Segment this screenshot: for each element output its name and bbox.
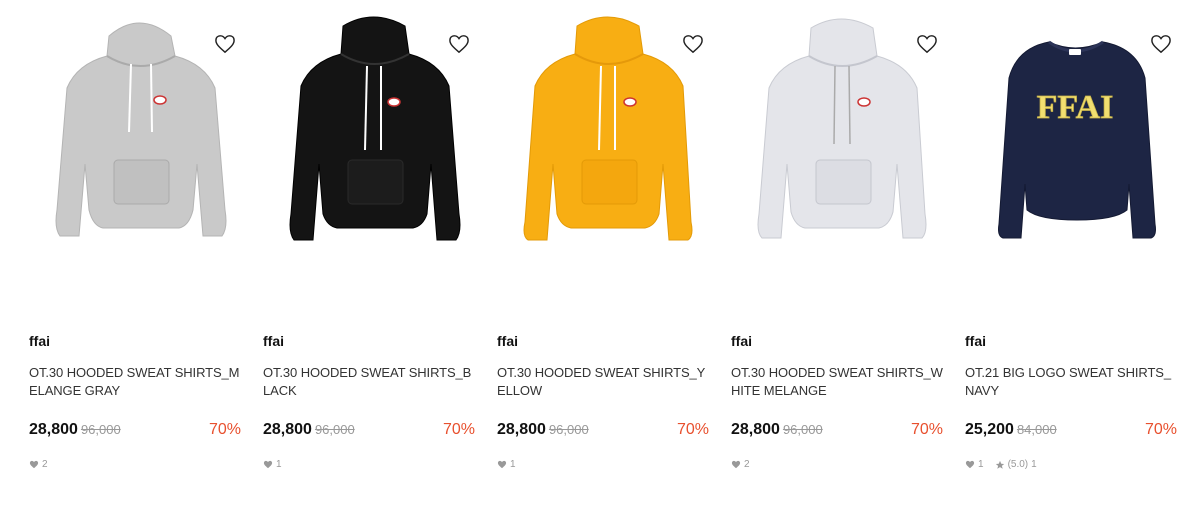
product-brand[interactable]: ffai [731,333,752,349]
sale-price: 28,800 [497,421,546,438]
original-price: 84,000 [1016,422,1057,437]
discount-rate: 70% [676,421,709,438]
price-row: 28,800 96,000 70% [731,421,943,441]
product-meta: 1 (5.0) 1 [965,459,1037,470]
product-image[interactable] [263,14,497,310]
product-grid: ffai OT.30 HOODED SWEAT SHIRTS_MELANGE G… [0,0,1192,505]
product-card[interactable]: ffai OT.30 HOODED SWEAT SHIRTS_MELANGE G… [29,0,263,505]
product-image[interactable] [731,14,965,310]
sale-price: 28,800 [263,421,312,438]
like-count: 1 [510,459,516,470]
wishlist-heart-icon[interactable] [682,34,706,56]
product-brand[interactable]: ffai [263,333,284,349]
wishlist-heart-icon[interactable] [916,34,940,56]
heart-filled-icon [965,460,975,469]
price-row: 28,800 96,000 70% [263,421,475,441]
product-name[interactable]: OT.30 HOODED SWEAT SHIRTS_YELLOW [497,364,709,400]
product-name[interactable]: OT.30 HOODED SWEAT SHIRTS_MELANGE GRAY [29,364,241,400]
product-card[interactable]: ffai OT.30 HOODED SWEAT SHIRTS_YELLOW 28… [497,0,731,505]
product-name[interactable]: OT.21 BIG LOGO SWEAT SHIRTS_NAVY [965,364,1177,400]
like-count: 1 [276,459,282,470]
product-image[interactable] [29,14,263,310]
star-icon [995,460,1005,470]
sale-price: 28,800 [29,421,78,438]
like-count: 2 [744,459,750,470]
product-meta: 1 [263,459,282,470]
original-price: 96,000 [548,422,589,437]
price-row: 28,800 96,000 70% [29,421,241,441]
sale-price: 28,800 [731,421,780,438]
discount-rate: 70% [1144,421,1177,438]
heart-filled-icon [263,460,273,469]
product-card[interactable]: ffai OT.30 HOODED SWEAT SHIRTS_WHITE MEL… [731,0,965,505]
price-row: 28,800 96,000 70% [497,421,709,441]
wishlist-heart-icon[interactable] [214,34,238,56]
original-price: 96,000 [80,422,121,437]
discount-rate: 70% [910,421,943,438]
discount-rate: 70% [442,421,475,438]
product-image[interactable] [497,14,731,310]
review-count: 1 [1031,459,1037,470]
product-brand[interactable]: ffai [965,333,986,349]
product-image[interactable]: FFAI [965,14,1192,310]
rating-score: (5.0) [1007,459,1029,470]
original-price: 96,000 [782,422,823,437]
discount-rate: 70% [208,421,241,438]
product-card[interactable]: FFAI ffai OT.21 BIG LOGO SWEAT SHIRTS_NA… [965,0,1192,505]
ffai-logo: FFAI [1037,89,1114,126]
like-count: 1 [978,459,984,470]
product-meta: 2 [29,459,48,470]
product-meta: 1 [497,459,516,470]
sale-price: 25,200 [965,421,1014,438]
product-brand[interactable]: ffai [497,333,518,349]
product-meta: 2 [731,459,750,470]
heart-filled-icon [29,460,39,469]
product-brand[interactable]: ffai [29,333,50,349]
wishlist-heart-icon[interactable] [1150,34,1174,56]
product-name[interactable]: OT.30 HOODED SWEAT SHIRTS_BLACK [263,364,475,400]
product-name[interactable]: OT.30 HOODED SWEAT SHIRTS_WHITE MELANGE [731,364,943,400]
price-row: 25,200 84,000 70% [965,421,1177,441]
wishlist-heart-icon[interactable] [448,34,472,56]
like-count: 2 [42,459,48,470]
heart-filled-icon [731,460,741,469]
product-card[interactable]: ffai OT.30 HOODED SWEAT SHIRTS_BLACK 28,… [263,0,497,505]
original-price: 96,000 [314,422,355,437]
heart-filled-icon [497,460,507,469]
